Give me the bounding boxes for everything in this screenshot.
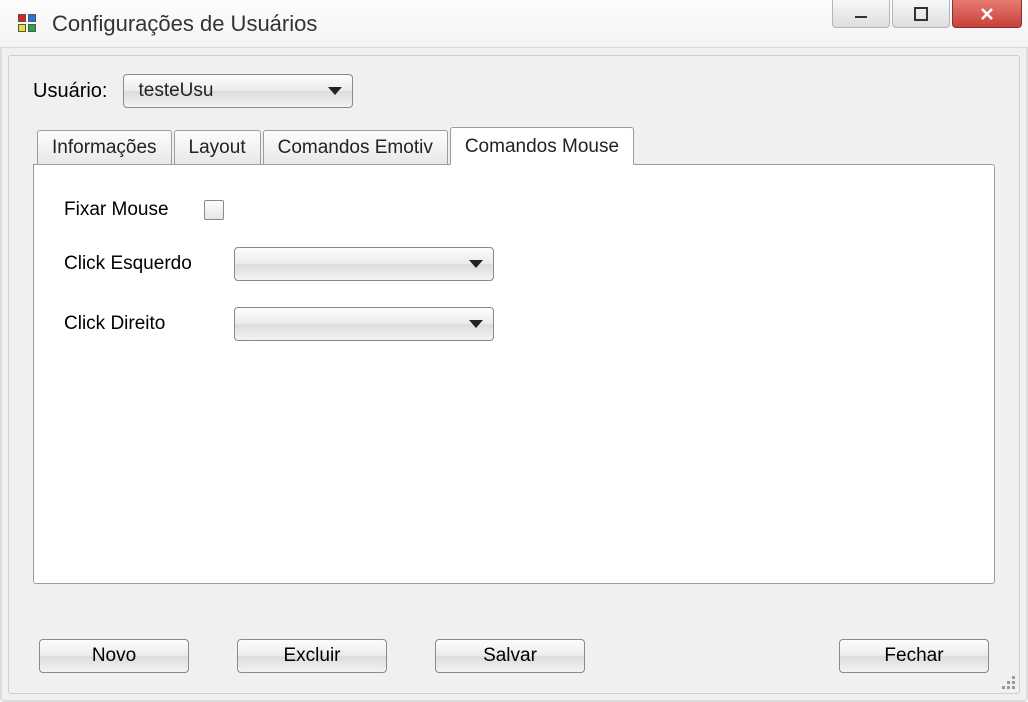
fixar-mouse-label: Fixar Mouse (64, 199, 204, 221)
button-label: Salvar (483, 645, 537, 667)
tab-layout[interactable]: Layout (174, 130, 261, 165)
click-direito-label: Click Direito (64, 313, 234, 335)
resize-grip[interactable] (997, 671, 1015, 689)
user-combobox-value: testeUsu (138, 80, 213, 102)
tab-informacoes[interactable]: Informações (37, 130, 172, 165)
maximize-icon (912, 5, 930, 23)
click-direito-combobox[interactable] (234, 307, 494, 341)
title-bar: Configurações de Usuários (0, 0, 1028, 48)
chevron-down-icon (469, 320, 483, 328)
window-title: Configurações de Usuários (52, 11, 317, 37)
minimize-icon (852, 5, 870, 23)
row-click-esquerdo: Click Esquerdo (64, 247, 964, 281)
fechar-button[interactable]: Fechar (839, 639, 989, 673)
chevron-down-icon (328, 87, 342, 95)
user-row: Usuário: testeUsu (33, 74, 995, 108)
tab-label: Comandos Mouse (465, 136, 619, 157)
button-label: Excluir (283, 645, 340, 667)
tab-strip: Informações Layout Comandos Emotiv Coman… (37, 126, 995, 164)
row-fixar-mouse: Fixar Mouse (64, 199, 964, 221)
tab-label: Layout (189, 137, 246, 158)
close-icon (977, 5, 997, 23)
tab-comandos-mouse[interactable]: Comandos Mouse (450, 127, 634, 165)
user-combobox[interactable]: testeUsu (123, 74, 353, 108)
user-label: Usuário: (33, 80, 107, 103)
tab-comandos-emotiv[interactable]: Comandos Emotiv (263, 130, 448, 165)
tab-label: Comandos Emotiv (278, 137, 433, 158)
button-label: Novo (92, 645, 136, 667)
tab-label: Informações (52, 137, 157, 158)
excluir-button[interactable]: Excluir (237, 639, 387, 673)
form-panel: Usuário: testeUsu Informações Layout Com… (8, 55, 1020, 694)
fixar-mouse-checkbox[interactable] (204, 200, 224, 220)
minimize-button[interactable] (832, 0, 890, 28)
click-esquerdo-combobox[interactable] (234, 247, 494, 281)
app-icon (18, 14, 38, 34)
tab-page-comandos-mouse: Fixar Mouse Click Esquerdo Click Direito (33, 164, 995, 584)
button-label: Fechar (884, 645, 943, 667)
salvar-button[interactable]: Salvar (435, 639, 585, 673)
novo-button[interactable]: Novo (39, 639, 189, 673)
maximize-button[interactable] (892, 0, 950, 28)
client-area: Usuário: testeUsu Informações Layout Com… (0, 48, 1028, 702)
chevron-down-icon (469, 260, 483, 268)
window-controls (832, 0, 1022, 28)
click-esquerdo-label: Click Esquerdo (64, 253, 234, 275)
close-button[interactable] (952, 0, 1022, 28)
button-row: Novo Excluir Salvar Fechar (39, 639, 989, 673)
row-click-direito: Click Direito (64, 307, 964, 341)
